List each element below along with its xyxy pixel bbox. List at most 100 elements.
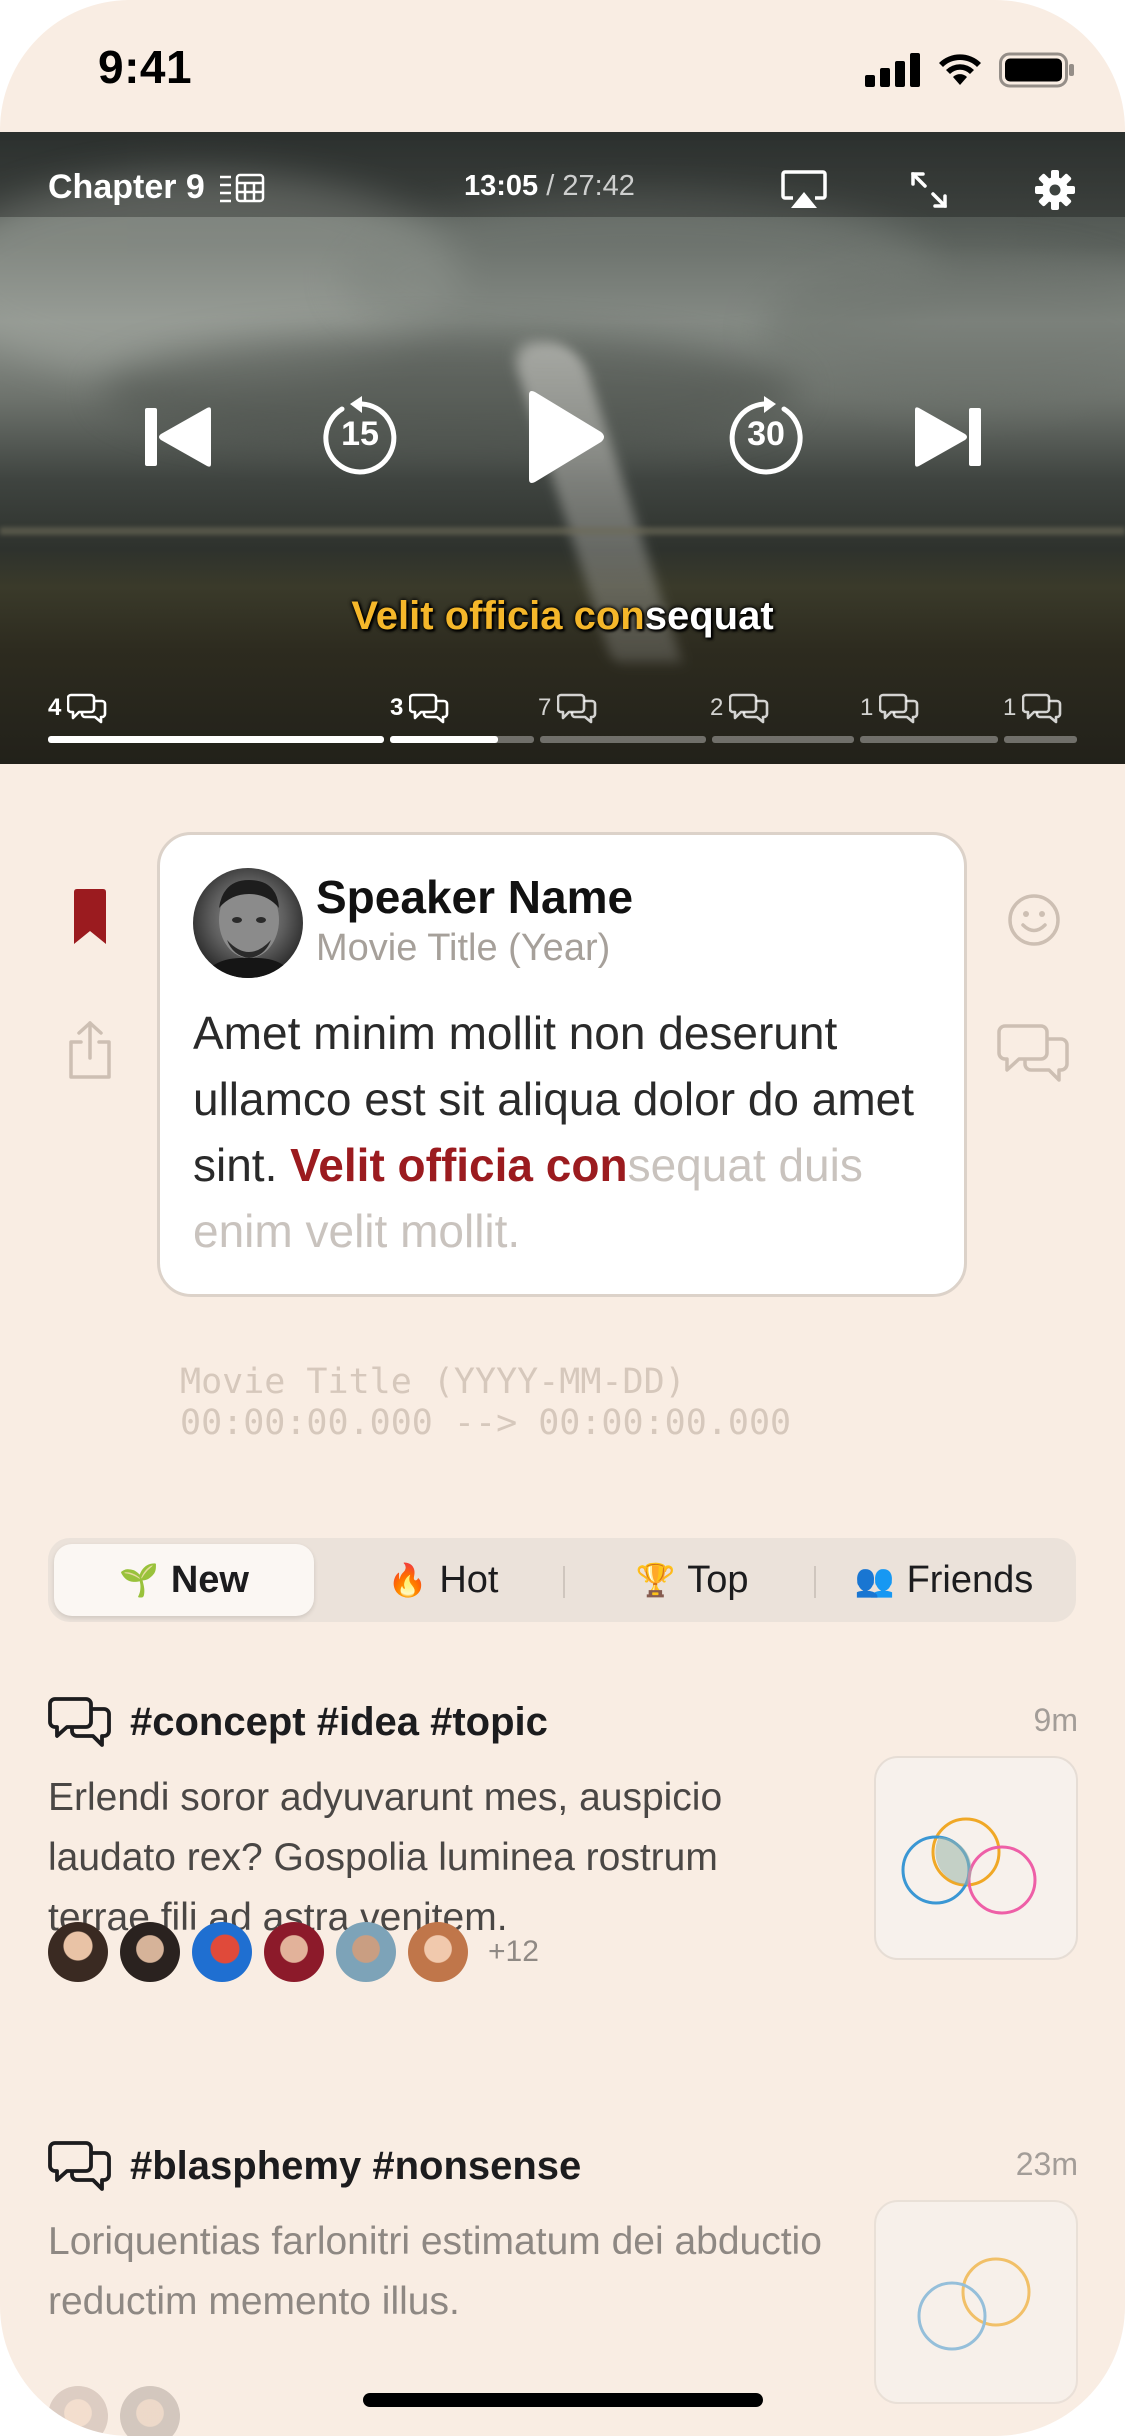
- battery-icon: [999, 52, 1074, 88]
- time-separator: /: [538, 170, 563, 202]
- bookmark-icon: [74, 889, 106, 944]
- playback-timecode: 13:05 / 27:42: [464, 170, 635, 203]
- avatar: [48, 1922, 108, 1982]
- tab-friends[interactable]: 👥 Friends: [818, 1544, 1070, 1616]
- skip-to-start-icon: [145, 407, 211, 467]
- sprout-icon: 🌱: [119, 1562, 159, 1598]
- comments-icon: [67, 693, 107, 724]
- participants[interactable]: +12: [48, 1922, 539, 1982]
- cellular-signal-icon: [865, 53, 920, 87]
- comments-icon: [997, 1024, 1069, 1082]
- chapter-comment-count: 4: [48, 694, 62, 721]
- srt-title-line: Movie Title (YYYY-MM-DD): [180, 1362, 686, 1402]
- overlapping-circles-icon: [917, 2257, 1031, 2351]
- tab-label: Hot: [439, 1558, 499, 1601]
- gear-icon: [1035, 170, 1075, 210]
- comments-icon: [1022, 693, 1062, 724]
- subtitle-rest: sequat: [644, 594, 774, 638]
- feed-filter-tabs: 🌱 New 🔥 Hot 🏆 Top 👥 Friends: [48, 1538, 1076, 1622]
- horizon: [0, 527, 1125, 535]
- fire-icon: 🔥: [387, 1562, 428, 1598]
- avatar: [264, 1922, 324, 1982]
- settings-button[interactable]: [1027, 162, 1083, 218]
- subtitle-metadata: Movie Title (YYYY-MM-DD) 00:00:00.000 -->…: [180, 1362, 791, 1444]
- video-subtitle: Velit officia consequat: [0, 594, 1125, 639]
- post-body: Loriquentias farlonitri estimatum dei ab…: [48, 2220, 822, 2323]
- post-tags[interactable]: #blasphemy #nonsense: [130, 2144, 581, 2189]
- chapter-marker[interactable]: 7: [538, 692, 597, 724]
- fullscreen-button[interactable]: [901, 162, 957, 218]
- expand-icon: [911, 172, 947, 208]
- post-tags[interactable]: #concept #idea #topic: [130, 1700, 548, 1745]
- quote-highlight: Velit officia con: [290, 1139, 628, 1191]
- tab-divider: [814, 1566, 816, 1598]
- post-time: 23m: [1015, 2146, 1078, 2182]
- post-thumbnail[interactable]: [874, 1756, 1078, 1960]
- post-time: 9m: [1033, 1702, 1078, 1738]
- current-time: 13:05: [464, 170, 539, 202]
- chapter-marker[interactable]: 2: [710, 692, 769, 724]
- tab-top[interactable]: 🏆 Top: [568, 1544, 816, 1616]
- app-screen: 9:41 Chapter 9 13:05 / 27:42 15 30 Velit…: [0, 0, 1125, 2436]
- tab-hot[interactable]: 🔥 Hot: [320, 1544, 566, 1616]
- smiley-icon: [1008, 894, 1060, 946]
- discuss-button[interactable]: [996, 1020, 1072, 1086]
- discussion-post[interactable]: #concept #idea #topic 9m Erlendi soror a…: [48, 1696, 1078, 2026]
- participants[interactable]: [48, 2386, 180, 2436]
- post-thumbnail[interactable]: [874, 2200, 1078, 2404]
- skip-back-button[interactable]: 15: [310, 387, 410, 487]
- tab-divider: [563, 1566, 565, 1598]
- play-button[interactable]: [518, 387, 608, 487]
- previous-chapter-button[interactable]: [138, 387, 218, 487]
- trophy-icon: 🏆: [635, 1562, 676, 1598]
- comments-icon: [729, 693, 769, 724]
- comments-icon: [409, 693, 449, 724]
- subtitle-highlight: Velit officia con: [351, 594, 645, 638]
- venn-circles-icon: [901, 1817, 1037, 1915]
- chapter-progress-segment-current[interactable]: [390, 736, 534, 743]
- tab-label: Top: [687, 1558, 749, 1601]
- status-icons: [865, 50, 1075, 90]
- bookmark-button[interactable]: [60, 882, 120, 952]
- notch: [250, 0, 876, 90]
- skip-back-seconds: 15: [341, 415, 379, 453]
- react-button[interactable]: [1002, 888, 1066, 952]
- quote-card[interactable]: Speaker Name Movie Title (Year) Amet min…: [157, 832, 967, 1297]
- tab-new[interactable]: 🌱 New: [54, 1544, 314, 1616]
- speaker-avatar: [193, 868, 303, 978]
- chapter-progress-segment[interactable]: [48, 736, 384, 743]
- chapter-comment-count: 7: [538, 694, 552, 721]
- chapter-comment-count: 1: [1003, 694, 1017, 721]
- home-indicator[interactable]: [363, 2393, 763, 2407]
- discussion-post[interactable]: #blasphemy #nonsense 23m Loriquentias fa…: [48, 2140, 1078, 2436]
- chapter-progress-segment[interactable]: [540, 736, 706, 743]
- skip-forward-seconds: 30: [747, 415, 785, 453]
- comments-icon: [48, 2141, 111, 2191]
- skip-forward-button[interactable]: 30: [716, 387, 816, 487]
- total-time: 27:42: [562, 170, 635, 202]
- airplay-button[interactable]: [776, 162, 832, 218]
- speaker-portrait-icon: [203, 880, 293, 978]
- comments-icon: [879, 693, 919, 724]
- skip-to-end-icon: [915, 407, 981, 467]
- progress-fill: [390, 736, 498, 743]
- chapter-progress-segment[interactable]: [712, 736, 854, 743]
- tab-label: Friends: [906, 1558, 1034, 1601]
- chapter-marker[interactable]: 3: [390, 692, 449, 724]
- chapter-marker[interactable]: 4: [48, 692, 107, 724]
- chapter-marker[interactable]: 1: [1003, 692, 1062, 724]
- chapter-selector[interactable]: Chapter 9: [48, 168, 265, 207]
- post-header: #blasphemy #nonsense: [48, 2140, 581, 2192]
- chapter-comment-count: 1: [860, 694, 874, 721]
- share-button[interactable]: [58, 1015, 122, 1085]
- chapter-marker[interactable]: 1: [860, 692, 919, 724]
- status-time: 9:41: [98, 41, 193, 93]
- avatar: [336, 1922, 396, 1982]
- chapter-progress-segment[interactable]: [1004, 736, 1077, 743]
- next-chapter-button[interactable]: [908, 387, 988, 487]
- video-player[interactable]: Chapter 9 13:05 / 27:42 15 30 Velit offi…: [0, 132, 1125, 764]
- movie-title: Movie Title (Year): [316, 927, 611, 969]
- play-icon: [529, 391, 604, 483]
- chapter-progress-segment[interactable]: [860, 736, 998, 743]
- chapter-comment-count: 3: [390, 694, 404, 721]
